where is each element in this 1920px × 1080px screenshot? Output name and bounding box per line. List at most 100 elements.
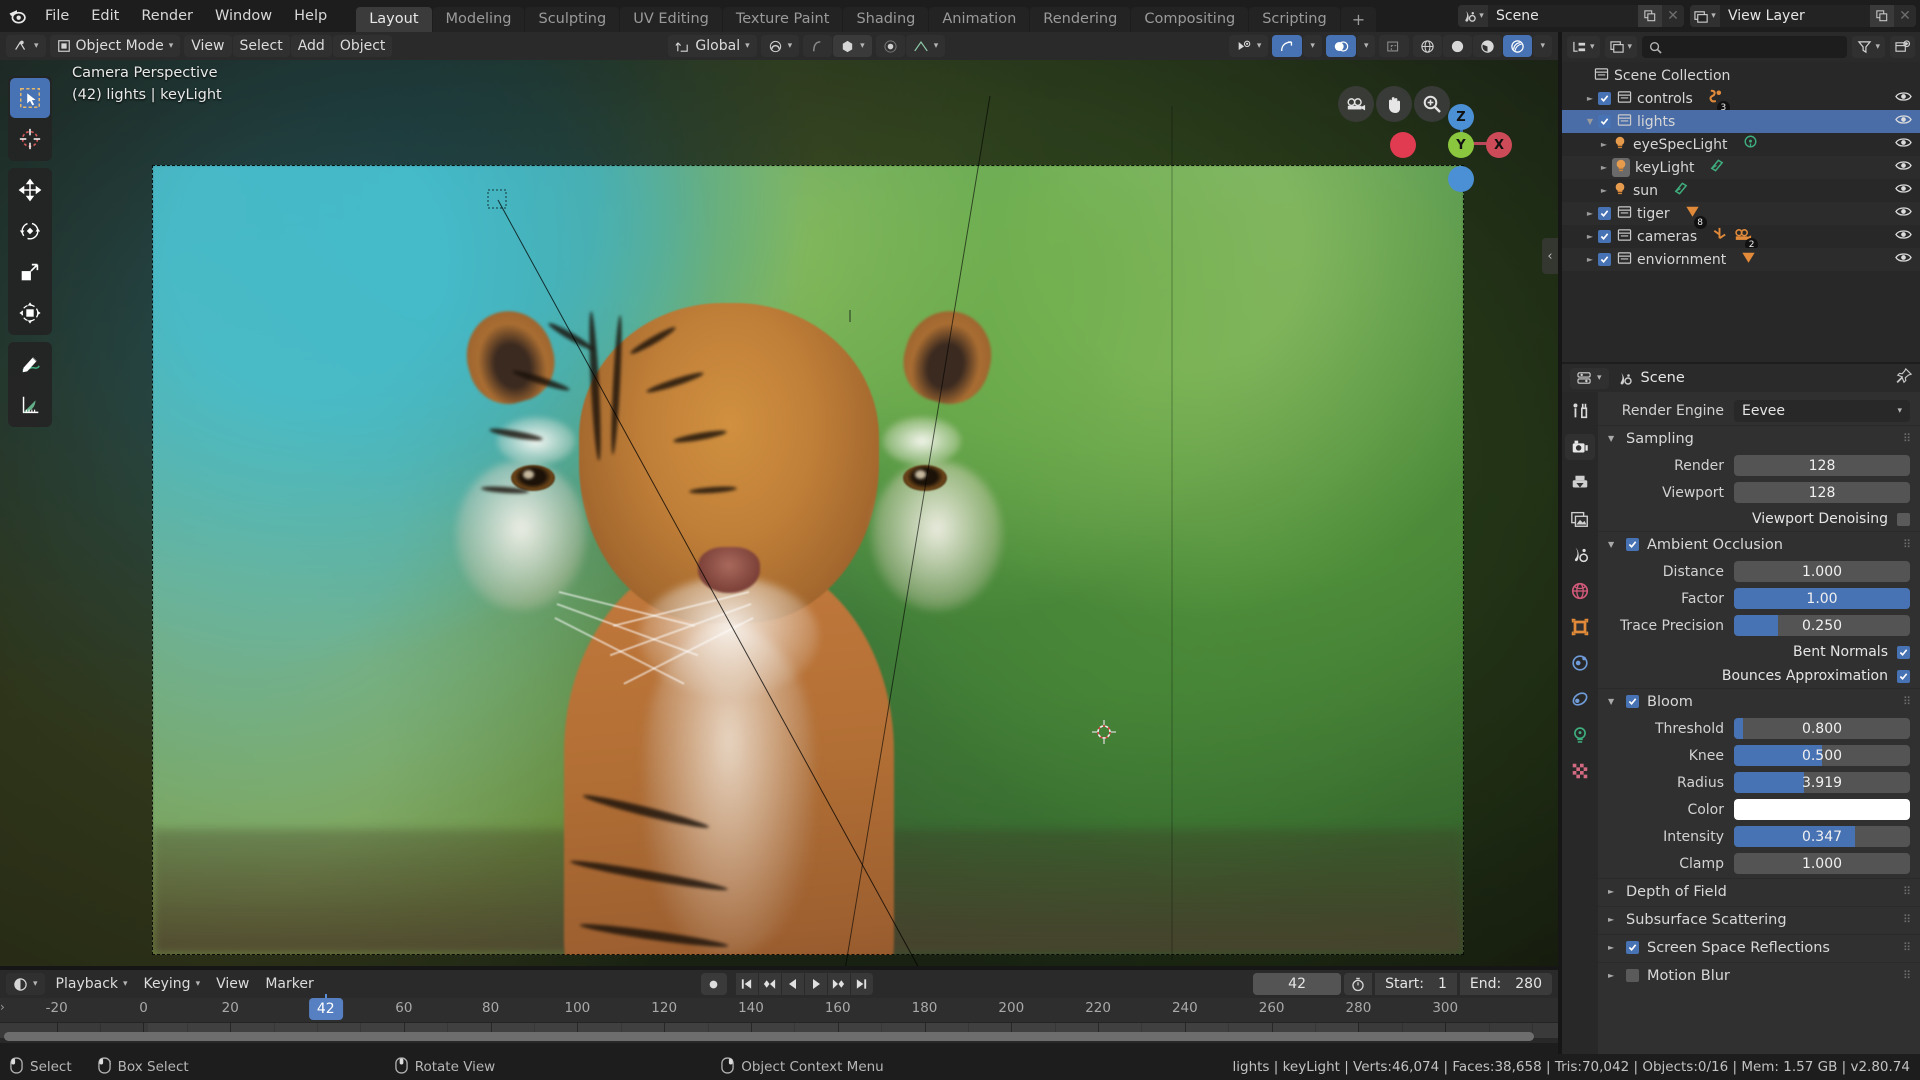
transform-orientation-selector[interactable]: Global ▾	[668, 35, 757, 57]
expand-triangle-icon[interactable]: ►	[1596, 140, 1612, 149]
menu-edit[interactable]: Edit	[80, 3, 130, 29]
scene-selector[interactable]: ▾ Scene ✕	[1458, 5, 1684, 27]
outliner-row-lights[interactable]: ▼ lights	[1562, 110, 1920, 133]
property-value-field[interactable]: 128	[1734, 455, 1910, 476]
section-triangle-icon[interactable]: ►	[1608, 887, 1618, 896]
end-frame-field[interactable]: End: 280	[1459, 973, 1552, 995]
measure-tool[interactable]	[10, 385, 50, 425]
outliner-id-type-icon[interactable]: ▾	[1604, 36, 1638, 58]
jump-end-icon[interactable]	[850, 973, 873, 995]
viewport-menu-object[interactable]: Object	[332, 35, 393, 57]
section-grip-icon[interactable]: ⠿	[1903, 913, 1920, 926]
3d-viewport[interactable]: Camera Perspective (42) lights | keyLigh…	[0, 60, 1558, 970]
outliner-row-eyespeclight[interactable]: ► eyeSpecLight	[1562, 133, 1920, 156]
viewport-menu-select[interactable]: Select	[232, 35, 290, 57]
render-camera-icon[interactable]	[1565, 434, 1595, 460]
section-grip-icon[interactable]: ⠿	[1903, 885, 1920, 898]
property-value-field[interactable]: 3.919	[1734, 772, 1910, 793]
workspace-tab-texture-paint[interactable]: Texture Paint	[722, 7, 843, 32]
property-checkbox[interactable]	[1897, 512, 1910, 526]
play-icon[interactable]	[804, 973, 827, 995]
pan-view-icon[interactable]	[1376, 86, 1412, 122]
property-check-bent-normals[interactable]: Bent Normals	[1598, 640, 1910, 664]
shading-dropdown-icon[interactable]: ▾	[1533, 35, 1552, 57]
falloff-curve-icon[interactable]: ▾	[905, 35, 946, 57]
editor-type-icon[interactable]: ▾	[6, 35, 46, 57]
section-grip-icon[interactable]: ⠿	[1903, 538, 1920, 551]
eye-icon[interactable]	[1895, 113, 1912, 130]
scale-tool[interactable]	[10, 252, 50, 292]
outliner-row-tiger[interactable]: ► tiger 8	[1562, 202, 1920, 229]
section-triangle-icon[interactable]: ►	[1608, 943, 1618, 952]
property-value-field[interactable]: 0.800	[1734, 718, 1910, 739]
section-grip-icon[interactable]: ⠿	[1903, 969, 1920, 982]
section-grip-icon[interactable]: ⠿	[1903, 695, 1920, 708]
expand-triangle-icon[interactable]: ►	[1582, 209, 1598, 218]
shading-solid-icon[interactable]	[1443, 35, 1473, 57]
section-triangle-icon[interactable]: ▼	[1608, 540, 1618, 549]
gizmo-axis-neg-x[interactable]	[1390, 132, 1416, 158]
properties-section-ambient-occlusion[interactable]: ▼ Ambient Occlusion ⠿	[1598, 531, 1920, 557]
add-workspace-button[interactable]: +	[1340, 7, 1377, 32]
property-value-field[interactable]: 0.500	[1734, 745, 1910, 766]
images-icon[interactable]	[1565, 506, 1595, 532]
section-checkbox[interactable]	[1626, 538, 1639, 551]
viewport-menu-view[interactable]: View	[184, 35, 232, 57]
workspace-tab-uv-editing[interactable]: UV Editing	[620, 7, 722, 32]
timeline-ruler[interactable]: -20 0 20 60 80 100 120 140 160 180 200 220 240 260 280…	[0, 998, 1558, 1022]
workspace-tab-modeling[interactable]: Modeling	[432, 7, 525, 32]
property-value-field[interactable]: 0.347	[1734, 826, 1910, 847]
current-frame-field[interactable]: 42	[1253, 973, 1342, 995]
section-triangle-icon[interactable]: ▼	[1608, 697, 1618, 706]
outliner-row-sun[interactable]: ► sun	[1562, 179, 1920, 202]
expand-triangle-icon[interactable]: ►	[1582, 255, 1598, 264]
playhead-frame-badge[interactable]: 42	[308, 998, 343, 1020]
constraint-icon[interactable]	[1565, 686, 1595, 712]
gizmo-icon[interactable]	[1272, 35, 1303, 57]
expand-triangle-icon[interactable]: ►	[1596, 163, 1612, 172]
expand-triangle-icon[interactable]: ►	[1582, 232, 1598, 241]
section-grip-icon[interactable]: ⠿	[1903, 941, 1920, 954]
timeline-sidebar-toggle-icon[interactable]: ›	[0, 1000, 5, 1014]
world-globe-icon[interactable]	[1565, 578, 1595, 604]
eye-icon[interactable]	[1895, 90, 1912, 107]
render-engine-dropdown[interactable]: Eevee ▾	[1734, 399, 1910, 422]
workspace-tab-rendering[interactable]: Rendering	[1030, 7, 1131, 32]
properties-section-bloom[interactable]: ▼ Bloom ⠿	[1598, 688, 1920, 714]
outliner-row-scene-collection[interactable]: Scene Collection	[1562, 64, 1920, 87]
transform-tool[interactable]	[10, 293, 50, 333]
timeline-menu-keying[interactable]: Keying ▾	[137, 973, 208, 995]
tool-icon[interactable]	[1565, 398, 1595, 424]
gizmo-axis-x[interactable]: X	[1486, 132, 1512, 158]
workspace-tab-sculpting[interactable]: Sculpting	[525, 7, 620, 32]
shading-wireframe-icon[interactable]	[1413, 35, 1443, 57]
eye-icon[interactable]	[1895, 136, 1912, 153]
property-check-viewport-denoising[interactable]: Viewport Denoising	[1598, 507, 1910, 531]
outliner-search[interactable]	[1642, 36, 1848, 58]
object-square-icon[interactable]	[1565, 614, 1595, 640]
proportional-edit-icon[interactable]	[803, 35, 833, 57]
filter-funnel-icon[interactable]: ▾	[1852, 36, 1885, 58]
annotate-tool[interactable]	[10, 344, 50, 384]
timeline-menu-marker[interactable]: Marker	[258, 973, 320, 995]
object-visibility-icon[interactable]: ▾	[1228, 35, 1269, 57]
gizmo-axis-neg-z[interactable]	[1448, 166, 1474, 192]
property-value-field[interactable]: 1.000	[1734, 853, 1910, 874]
overlays-dropdown-icon[interactable]: ▾	[1356, 35, 1376, 57]
gizmo-axis-y[interactable]: Y	[1448, 132, 1474, 158]
gizmo-dropdown-icon[interactable]: ▾	[1303, 35, 1322, 57]
timeline-editor-icon[interactable]: ▾	[6, 973, 45, 995]
outliner-row-controls[interactable]: ► controls 3	[1562, 87, 1920, 114]
property-color-swatch[interactable]	[1734, 799, 1910, 820]
printer-icon[interactable]	[1565, 470, 1595, 496]
expand-triangle-icon[interactable]: ►	[1596, 186, 1612, 195]
play-reverse-icon[interactable]	[781, 973, 804, 995]
object-mode-selector[interactable]: Object Mode ▾	[49, 35, 181, 57]
outliner-row-cameras[interactable]: ► cameras 2	[1562, 225, 1920, 251]
viewlayer-selector[interactable]: ▾ View Layer ✕	[1690, 5, 1916, 27]
visibility-checkbox[interactable]	[1598, 115, 1611, 128]
workspace-tab-scripting[interactable]: Scripting	[1249, 7, 1340, 32]
section-checkbox[interactable]	[1626, 969, 1639, 982]
menu-render[interactable]: Render	[130, 3, 204, 29]
x-icon[interactable]: ✕	[1662, 5, 1684, 27]
